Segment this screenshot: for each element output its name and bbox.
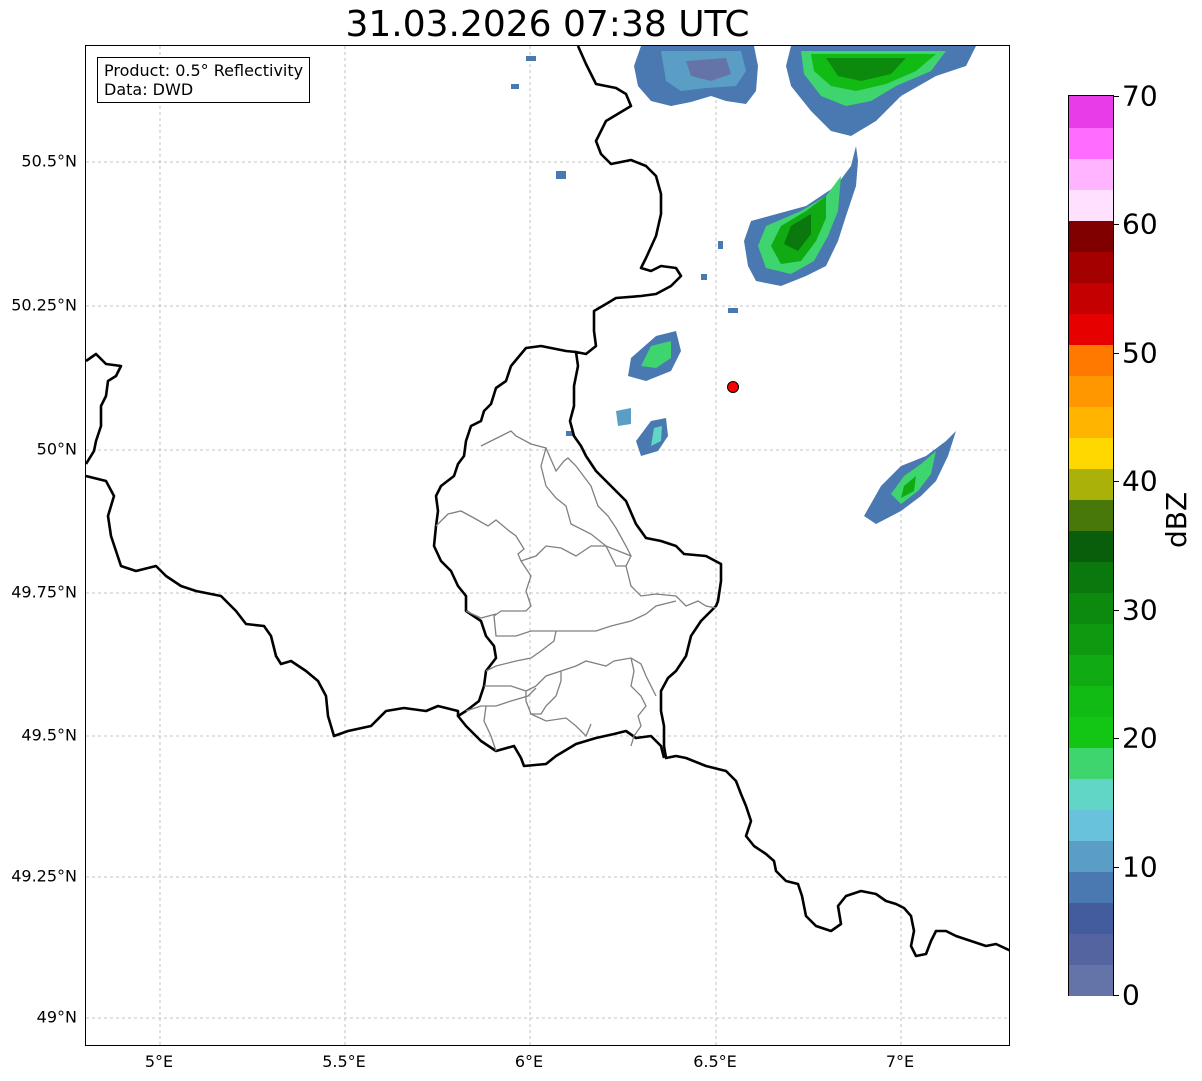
colorbar-step	[1069, 592, 1113, 624]
colorbar-step	[1069, 685, 1113, 717]
lat-label: 49.75°N	[11, 582, 77, 602]
colorbar-tick	[1113, 352, 1119, 354]
colorbar-step	[1069, 716, 1113, 748]
colorbar-step	[1069, 468, 1113, 500]
colorbar-step	[1069, 344, 1113, 376]
colorbar-tick-label: 50	[1122, 336, 1158, 370]
colorbar-tick-label: 60	[1122, 207, 1158, 241]
colorbar-step	[1069, 406, 1113, 438]
map-title: 31.03.2026 07:38 UTC	[345, 4, 750, 45]
lat-label: 49.25°N	[11, 866, 77, 886]
colorbar-step	[1069, 251, 1113, 283]
location-marker	[727, 381, 739, 393]
colorbar-step	[1069, 871, 1113, 903]
colorbar	[1068, 95, 1114, 996]
colorbar-tick	[1113, 866, 1119, 868]
lat-label: 50.25°N	[11, 295, 77, 315]
colorbar-step	[1069, 437, 1113, 469]
colorbar-step	[1069, 840, 1113, 872]
colorbar-step	[1069, 778, 1113, 810]
colorbar-step	[1069, 96, 1113, 128]
colorbar-step	[1069, 499, 1113, 531]
radar-map[interactable]	[85, 45, 1010, 1046]
colorbar-step	[1069, 902, 1113, 934]
lat-label: 50°N	[36, 439, 77, 459]
lon-label: 6°E	[514, 1052, 544, 1071]
product-label: Product: 0.5° Reflectivity	[104, 61, 304, 80]
colorbar-tick	[1113, 481, 1119, 483]
colorbar-tick	[1113, 995, 1119, 996]
colorbar-label: dBZ	[1160, 491, 1193, 548]
colorbar-tick-label: 30	[1122, 593, 1158, 627]
colorbar-tick-label: 70	[1122, 79, 1158, 113]
lat-label: 50.5°N	[21, 151, 77, 171]
colorbar-step	[1069, 189, 1113, 221]
colorbar-step	[1069, 530, 1113, 562]
colorbar-step	[1069, 313, 1113, 345]
product-info-box: Product: 0.5° Reflectivity Data: DWD	[97, 57, 311, 103]
colorbar-tick-label: 10	[1122, 850, 1158, 884]
colorbar-step	[1069, 561, 1113, 593]
lon-label: 7°E	[885, 1052, 915, 1071]
lon-label: 5°E	[144, 1052, 174, 1071]
colorbar-step	[1069, 220, 1113, 252]
colorbar-tick	[1113, 224, 1119, 226]
colorbar-tick-label: 0	[1122, 978, 1140, 1012]
colorbar-tick	[1113, 96, 1119, 97]
colorbar-step	[1069, 809, 1113, 841]
colorbar-step	[1069, 747, 1113, 779]
data-source-label: Data: DWD	[104, 80, 194, 99]
lat-label: 49°N	[36, 1007, 77, 1027]
colorbar-step	[1069, 964, 1113, 996]
colorbar-step	[1069, 623, 1113, 655]
colorbar-tick	[1113, 738, 1119, 740]
colorbar-step	[1069, 158, 1113, 190]
radar-echoes	[511, 46, 976, 524]
colorbar-step	[1069, 654, 1113, 686]
map-canvas	[86, 46, 1009, 1045]
lat-label: 49.5°N	[21, 725, 77, 745]
lon-label: 5.5°E	[322, 1052, 366, 1071]
country-borders	[86, 46, 1009, 958]
colorbar-step	[1069, 933, 1113, 965]
lon-label: 6.5°E	[693, 1052, 737, 1071]
colorbar-tick-label: 20	[1122, 721, 1158, 755]
colorbar-step	[1069, 375, 1113, 407]
colorbar-tick-label: 40	[1122, 464, 1158, 498]
colorbar-step	[1069, 127, 1113, 159]
colorbar-step	[1069, 282, 1113, 314]
colorbar-tick	[1113, 609, 1119, 611]
